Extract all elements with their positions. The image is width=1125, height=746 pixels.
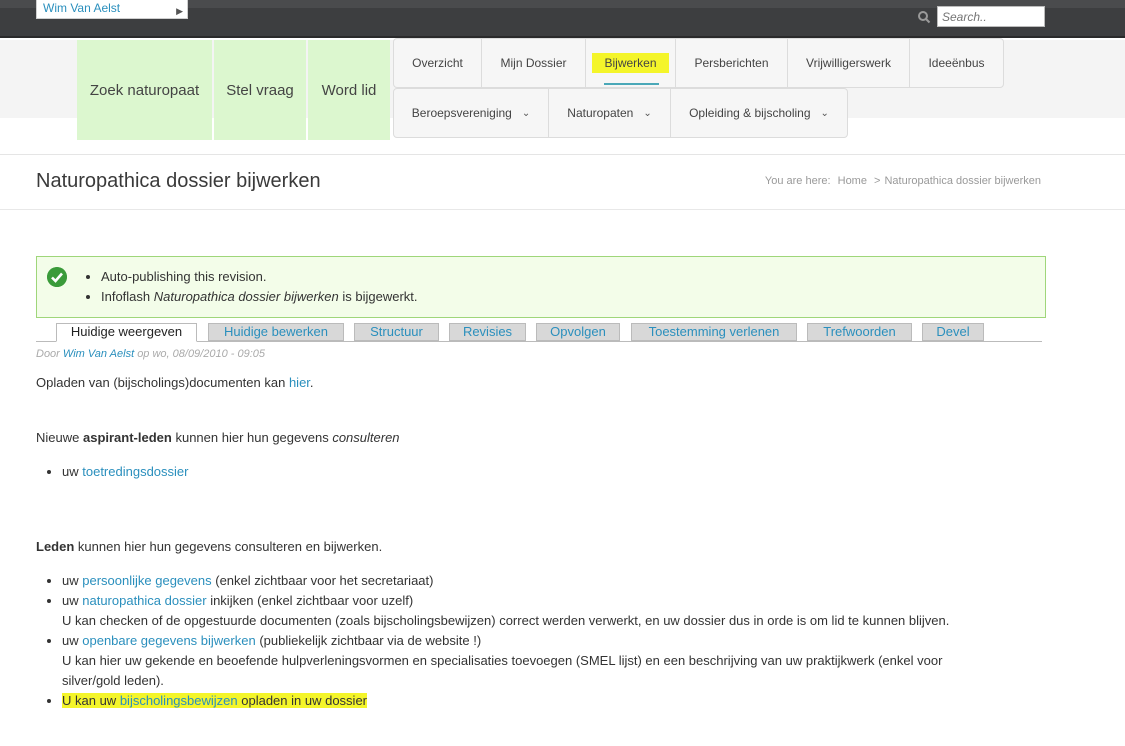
paragraph: Nieuwe aspirant-leden kunnen hier hun ge… xyxy=(36,428,400,448)
text: kunnen hier hun gegevens consulteren en … xyxy=(77,539,383,554)
nav-naturopaten[interactable]: Naturopaten ⌄ xyxy=(549,89,671,137)
paragraph: Opladen van (bijscholings)documenten kan… xyxy=(36,373,314,393)
text: opladen in uw dossier xyxy=(241,693,367,708)
tab-huidige-bewerken[interactable]: Huidige bewerken xyxy=(208,323,344,341)
nav-label: Opleiding & bijscholing xyxy=(689,106,811,120)
byline-author[interactable]: Wim Van Aelst xyxy=(63,348,134,360)
nav-bijwerken[interactable]: Bijwerken xyxy=(586,39,676,87)
nav-mijn-dossier[interactable]: Mijn Dossier xyxy=(482,39,586,87)
message-text: Infoflash xyxy=(101,289,151,304)
message-text: is bijgewerkt. xyxy=(342,289,418,304)
link-hier[interactable]: hier xyxy=(289,375,310,390)
tab-trefwoorden[interactable]: Trefwoorden xyxy=(807,323,912,341)
message-item: Infoflash Naturopathica dossier bijwerke… xyxy=(101,289,418,304)
page-title: Naturopathica dossier bijwerken xyxy=(36,170,321,192)
tab-opvolgen[interactable]: Opvolgen xyxy=(536,323,620,341)
text: kunnen hier hun gegevens xyxy=(175,430,329,445)
breadcrumb: You are here: Home > Naturopathica dossie… xyxy=(765,175,1045,187)
main-nav: Overzicht Mijn Dossier Bijwerken Persber… xyxy=(393,38,1004,138)
text: . xyxy=(309,375,314,390)
check-icon xyxy=(47,267,67,287)
nav-overzicht[interactable]: Overzicht xyxy=(394,39,482,87)
message-list: Auto-publishing this revision. Infoflash… xyxy=(101,269,418,309)
chevron-down-icon: ⌄ xyxy=(643,107,652,119)
message-em: Naturopathica dossier bijwerken xyxy=(153,289,339,304)
text: Opladen van (bijscholings)documenten kan xyxy=(36,375,286,390)
text: silver/gold leden). xyxy=(62,673,164,688)
byline: Door Wim Van Aelst op wo, 08/09/2010 - 0… xyxy=(36,348,265,360)
search-input[interactable] xyxy=(937,6,1045,27)
chevron-down-icon: ⌄ xyxy=(820,107,829,119)
nav-vrijwilligerswerk[interactable]: Vrijwilligerswerk xyxy=(788,39,910,87)
tab-devel[interactable]: Devel xyxy=(922,323,984,341)
text-bold: aspirant-leden xyxy=(82,430,172,445)
highlighted-line: U kan uw bijscholingsbewijzen opladen in… xyxy=(62,693,367,708)
text: (enkel zichtbaar voor het secretariaat) xyxy=(215,573,434,588)
message-item: Auto-publishing this revision. xyxy=(101,269,418,284)
nav-beroepsvereniging[interactable]: Beroepsvereniging ⌄ xyxy=(394,89,549,137)
list-item: uw toetredingsdossier xyxy=(62,462,188,482)
text: U kan hier uw gekende en beoefende hulpv… xyxy=(62,653,943,668)
list: uw persoonlijke gegevens (enkel zichtbaa… xyxy=(62,571,1032,711)
nav-ideeenbus[interactable]: Ideeënbus xyxy=(910,39,1003,87)
nav-label: Naturopaten xyxy=(567,106,634,120)
search-icon[interactable] xyxy=(917,10,931,24)
breadcrumb-home[interactable]: Home xyxy=(838,175,867,187)
breadcrumb-prefix: You are here: xyxy=(764,175,831,187)
text: inkijken (enkel zichtbaar voor uzelf) xyxy=(210,593,414,608)
link-openbare-gegevens[interactable]: openbare gegevens bijwerken xyxy=(82,633,255,648)
text: (publiekelijk zichtbaar via de website !… xyxy=(259,633,482,648)
list-item: uw persoonlijke gegevens (enkel zichtbaa… xyxy=(62,571,1032,591)
nav-label: Bijwerken xyxy=(592,53,669,73)
nav-label: Overzicht xyxy=(412,56,463,70)
paragraph: Leden kunnen hier hun gegevens consulter… xyxy=(36,537,382,557)
breadcrumb-current: Naturopathica dossier bijwerken xyxy=(884,175,1041,187)
dropdown-arrow-icon: ▶ xyxy=(176,6,183,16)
nav-label: Persberichten xyxy=(694,56,769,70)
tab-toestemming[interactable]: Toestemming verlenen xyxy=(631,323,797,341)
byline-prefix: Door xyxy=(36,348,60,360)
text: uw xyxy=(62,633,79,648)
text: uw xyxy=(62,464,79,479)
quick-links: Zoek naturopaat Stel vraag Word lid xyxy=(77,40,392,140)
nav-label: Mijn Dossier xyxy=(500,56,567,70)
nav-row-1: Overzicht Mijn Dossier Bijwerken Persber… xyxy=(393,38,1004,88)
text: U kan checken of de opgestuurde document… xyxy=(62,613,950,628)
list: uw toetredingsdossier xyxy=(62,462,188,482)
list-item: U kan uw bijscholingsbewijzen opladen in… xyxy=(62,691,1032,711)
text: U kan uw xyxy=(62,693,117,708)
text-italic: consulteren xyxy=(332,430,400,445)
byline-date: op wo, 08/09/2010 - 09:05 xyxy=(137,348,266,360)
link-word-lid[interactable]: Word lid xyxy=(308,40,390,140)
nav-label: Beroepsvereniging xyxy=(411,106,512,120)
nav-opleiding[interactable]: Opleiding & bijscholing ⌄ xyxy=(671,89,847,137)
list-item: uw openbare gegevens bijwerken (publieke… xyxy=(62,631,1032,691)
divider xyxy=(0,209,1125,210)
node-tabs: Huidige weergeven Huidige bewerken Struc… xyxy=(36,323,1042,342)
status-message: Auto-publishing this revision. Infoflash… xyxy=(36,256,1046,318)
link-naturopathica-dossier[interactable]: naturopathica dossier xyxy=(82,593,206,608)
link-stel-vraag[interactable]: Stel vraag xyxy=(214,40,306,140)
chevron-down-icon: ⌄ xyxy=(521,107,531,119)
link-zoek-naturopaat[interactable]: Zoek naturopaat xyxy=(77,40,212,140)
list-item: uw naturopathica dossier inkijken (enkel… xyxy=(62,591,1032,631)
tab-structuur[interactable]: Structuur xyxy=(354,323,439,341)
breadcrumb-separator: > xyxy=(874,175,881,187)
nav-label: Ideeënbus xyxy=(928,56,985,70)
link-persoonlijke-gegevens[interactable]: persoonlijke gegevens xyxy=(82,573,211,588)
text-bold: Leden xyxy=(36,539,75,554)
tab-huidige-weergeven[interactable]: Huidige weergeven xyxy=(56,323,197,342)
text: uw xyxy=(62,573,79,588)
link-bijscholingsbewijzen[interactable]: bijscholingsbewijzen xyxy=(120,693,238,708)
nav-persberichten[interactable]: Persberichten xyxy=(676,39,788,87)
tab-revisies[interactable]: Revisies xyxy=(449,323,526,341)
user-name: Wim Van Aelst xyxy=(43,1,121,15)
nav-label: Vrijwilligerswerk xyxy=(806,56,891,70)
user-dropdown[interactable]: Wim Van Aelst ▶ xyxy=(36,0,188,19)
text: uw xyxy=(62,593,79,608)
link-toetredingsdossier[interactable]: toetredingsdossier xyxy=(82,464,188,479)
nav-row-2: Beroepsvereniging ⌄ Naturopaten ⌄ Opleidin… xyxy=(393,88,848,138)
text: Nieuwe xyxy=(36,430,80,445)
